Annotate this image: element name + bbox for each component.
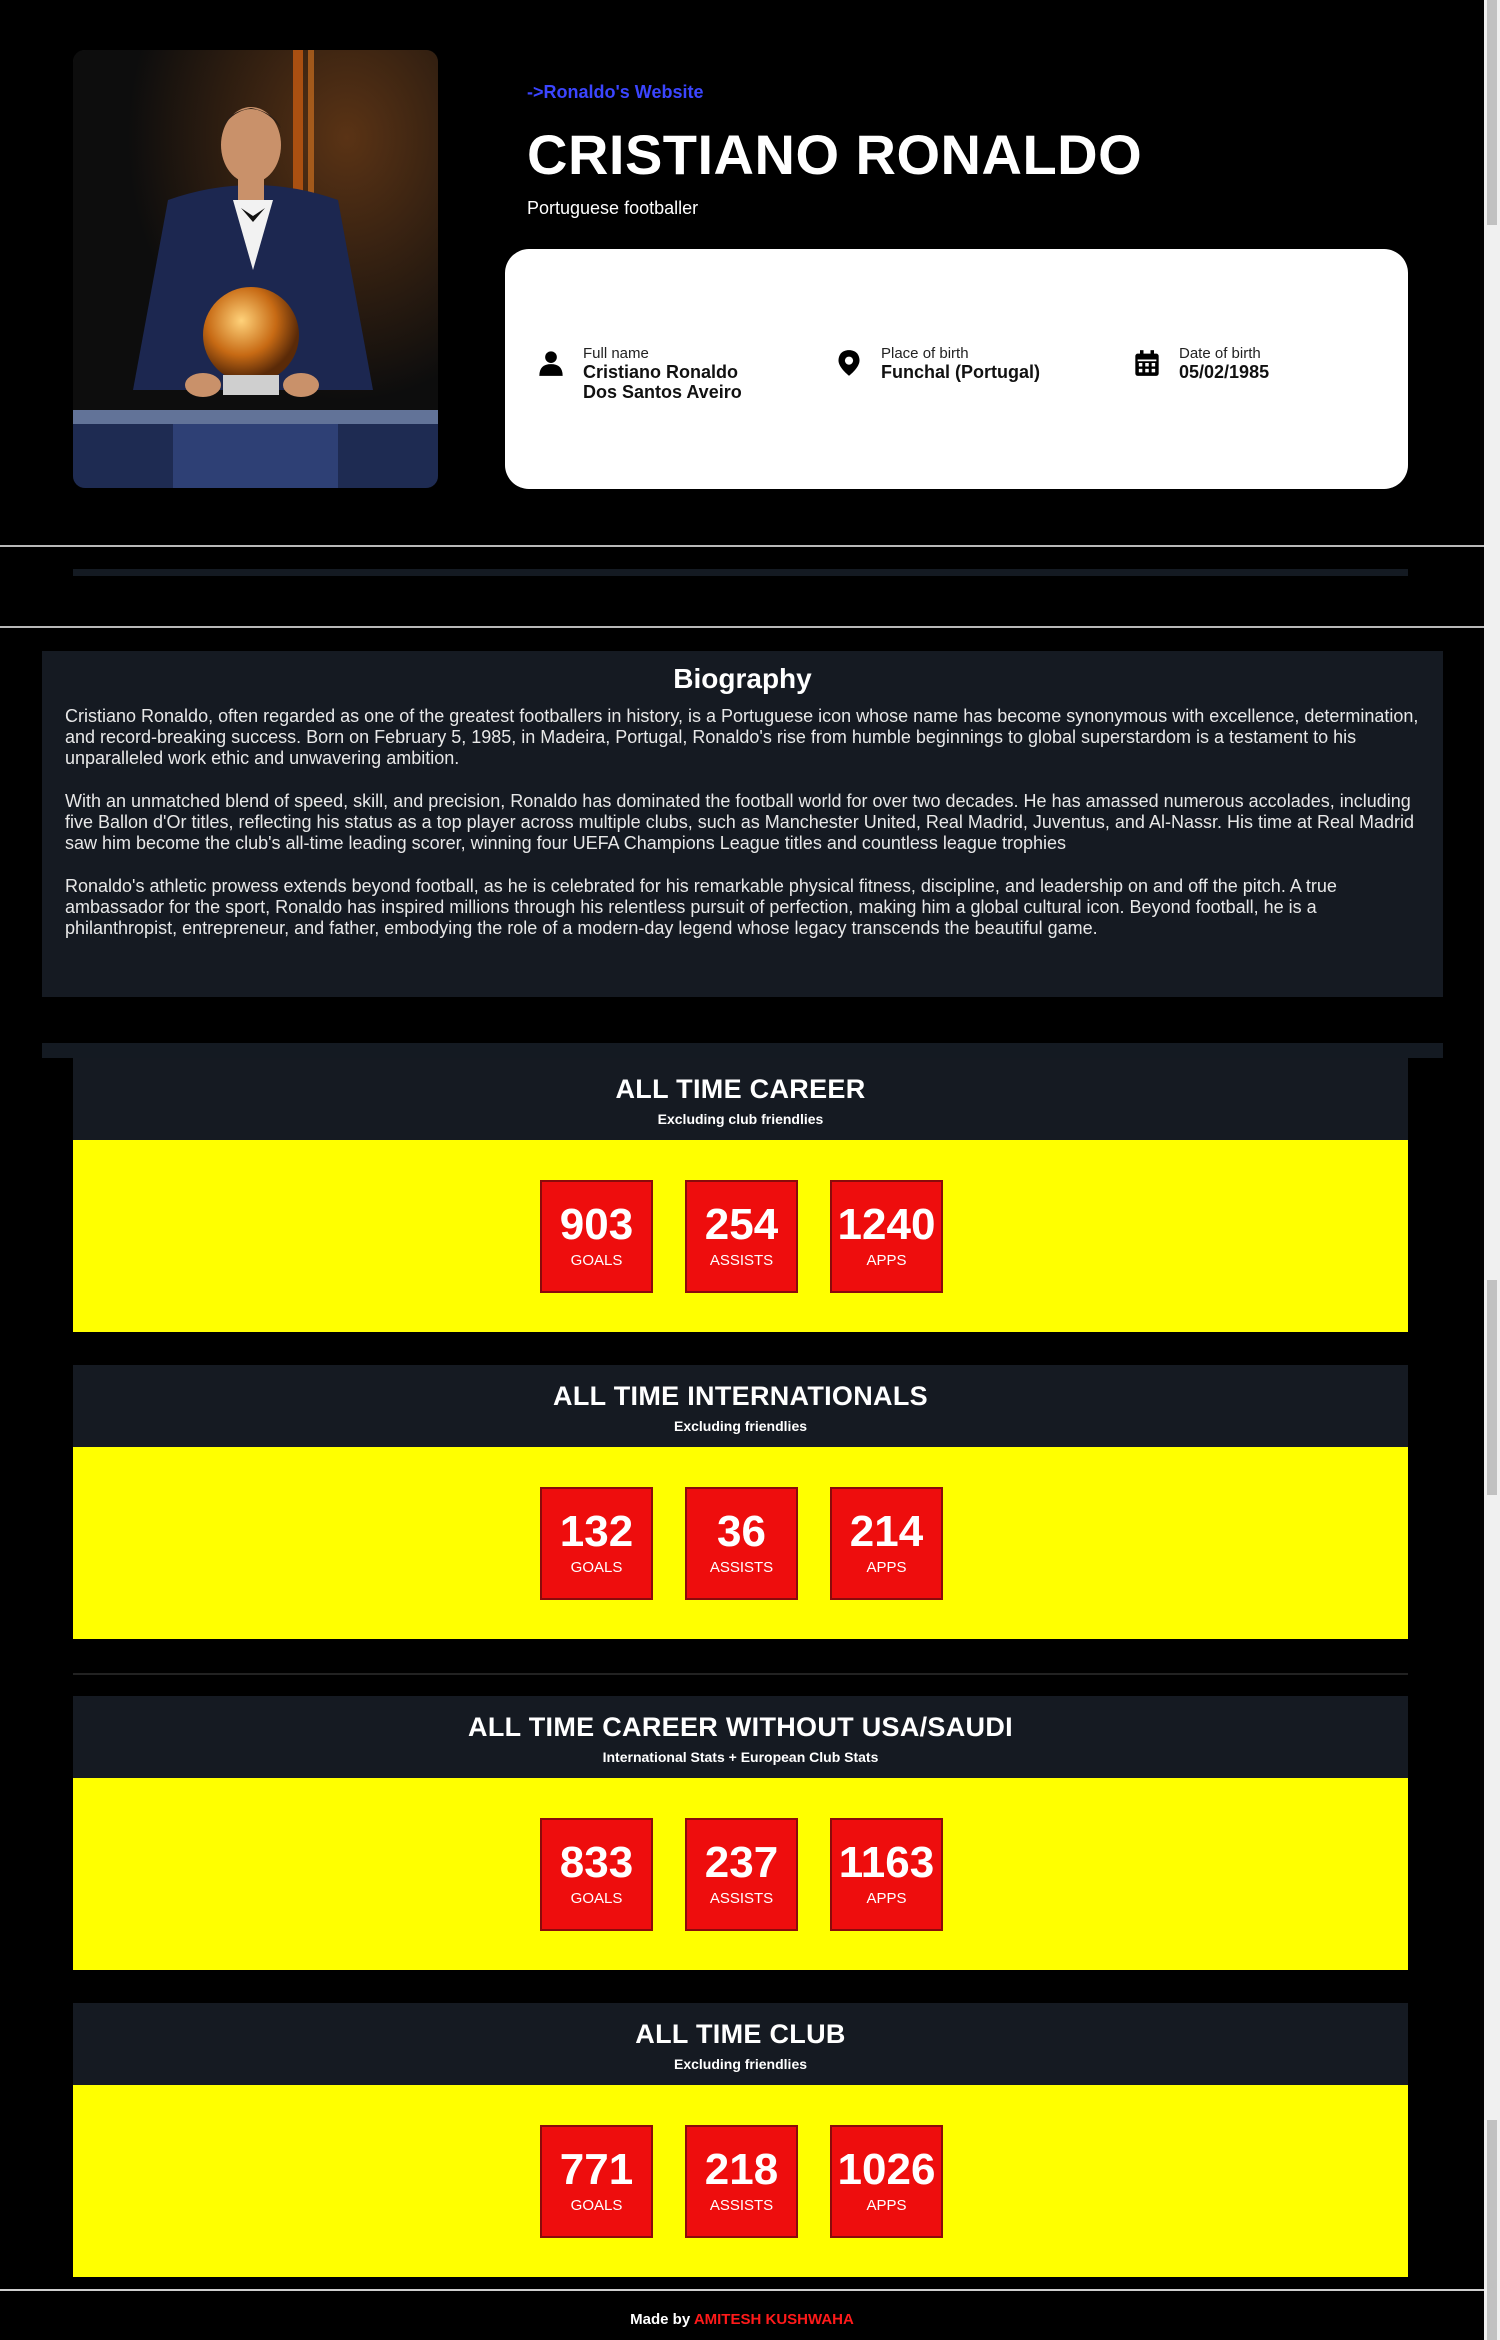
stats-header: ALL TIME CLUB Excluding friendlies	[73, 2003, 1408, 2085]
stats-career-section: ALL TIME CAREER Excluding club friendlie…	[73, 1058, 1408, 1332]
scrollbar-thumb[interactable]	[1487, 1280, 1497, 1495]
footer-prefix: Made by	[630, 2311, 694, 2328]
scrollbar-thumb[interactable]	[1487, 0, 1497, 225]
biography-section: Biography Cristiano Ronaldo, often regar…	[42, 651, 1443, 997]
assists-label: ASSISTS	[709, 2197, 774, 2214]
assists-value: 237	[704, 1838, 779, 1887]
assists-label: ASSISTS	[709, 1890, 774, 1907]
date-of-birth-label: Date of birth	[1179, 345, 1261, 362]
section-divider	[73, 1673, 1408, 1675]
assists-value: 218	[704, 2145, 779, 2194]
stats-without-usa-saudi-section: ALL TIME CAREER WITHOUT USA/SAUDI Intern…	[73, 1696, 1408, 1970]
apps-stat: 214 APPS	[830, 1487, 943, 1600]
full-name-label: Full name	[583, 345, 649, 362]
apps-stat: 1163 APPS	[830, 1818, 943, 1931]
goals-stat: 132 GOALS	[540, 1487, 653, 1600]
stats-band: 132 GOALS 36 ASSISTS 214 APPS	[73, 1447, 1408, 1639]
goals-value: 903	[559, 1200, 634, 1249]
page-subtitle: Portuguese footballer	[527, 198, 699, 218]
goals-stat: 771 GOALS	[540, 2125, 653, 2238]
assists-stat: 237 ASSISTS	[685, 1818, 798, 1931]
assists-value: 254	[704, 1200, 779, 1249]
full-name-item: Full name Cristiano Ronaldo Dos Santos A…	[537, 346, 742, 402]
stats-subtitle: International Stats + European Club Stat…	[602, 1749, 879, 1765]
stats-title: ALL TIME CAREER	[615, 1074, 866, 1104]
footer-author: AMITESH KUSHWAHA	[693, 2311, 854, 2328]
stats-title: ALL TIME CAREER WITHOUT USA/SAUDI	[468, 1712, 1013, 1742]
assists-value: 36	[717, 1507, 766, 1556]
stats-band: 903 GOALS 254 ASSISTS 1240 APPS	[73, 1140, 1408, 1332]
biography-paragraph: Cristiano Ronaldo, often regarded as one…	[65, 706, 1419, 768]
location-pin-icon	[838, 350, 860, 376]
assists-stat: 36 ASSISTS	[685, 1487, 798, 1600]
assists-label: ASSISTS	[709, 1252, 774, 1269]
biography-paragraph: Ronaldo's athletic prowess extends beyon…	[65, 876, 1337, 938]
apps-value: 1026	[837, 2145, 936, 2194]
footer: Made by AMITESH KUSHWAHA	[0, 2311, 1484, 2328]
decorative-strip	[42, 1043, 1443, 1058]
stats-header: ALL TIME CAREER WITHOUT USA/SAUDI Intern…	[73, 1696, 1408, 1778]
biography-heading: Biography	[673, 663, 812, 694]
date-of-birth-item: Date of birth 05/02/1985	[1133, 346, 1269, 382]
apps-label: APPS	[866, 2197, 907, 2214]
date-of-birth-value: 05/02/1985	[1179, 362, 1270, 382]
stats-title: ALL TIME INTERNATIONALS	[553, 1381, 928, 1411]
apps-stat: 1026 APPS	[830, 2125, 943, 2238]
page-scrollbar[interactable]	[1484, 0, 1500, 2340]
stats-subtitle: Excluding friendlies	[673, 2056, 808, 2072]
goals-value: 771	[559, 2145, 634, 2194]
goals-label: GOALS	[570, 1559, 623, 1576]
website-link[interactable]: ->Ronaldo's Website	[527, 82, 703, 103]
goals-label: GOALS	[570, 2197, 623, 2214]
full-name-value-line2: Dos Santos Aveiro	[583, 382, 742, 402]
apps-label: APPS	[866, 1559, 907, 1576]
place-of-birth-value: Funchal (Portugal)	[881, 362, 1040, 382]
stats-band: 833 GOALS 237 ASSISTS 1163 APPS	[73, 1778, 1408, 1970]
place-of-birth-item: Place of birth Funchal (Portugal)	[835, 346, 1040, 382]
stats-club-section: ALL TIME CLUB Excluding friendlies 771 G…	[73, 2003, 1408, 2277]
apps-stat: 1240 APPS	[830, 1180, 943, 1293]
goals-value: 132	[559, 1507, 634, 1556]
apps-value: 1240	[837, 1200, 936, 1249]
apps-value: 214	[849, 1507, 924, 1556]
page-title: CRISTIANO RONALDO	[527, 123, 1143, 186]
stats-header: ALL TIME CAREER Excluding club friendlie…	[73, 1058, 1408, 1140]
apps-label: APPS	[866, 1890, 907, 1907]
goals-value: 833	[559, 1838, 634, 1887]
goals-label: GOALS	[570, 1890, 623, 1907]
full-name-value-line1: Cristiano Ronaldo	[583, 362, 739, 382]
page: ->Ronaldo's Website CRISTIANO RONALDO Po…	[0, 0, 1500, 2340]
assists-stat: 218 ASSISTS	[685, 2125, 798, 2238]
stats-title: ALL TIME CLUB	[635, 2019, 846, 2049]
place-of-birth-label: Place of birth	[881, 345, 969, 362]
person-icon	[539, 351, 563, 376]
apps-label: APPS	[866, 1252, 907, 1269]
section-divider	[0, 626, 1484, 628]
stats-subtitle: Excluding club friendlies	[657, 1111, 824, 1127]
stats-header: ALL TIME INTERNATIONALS Excluding friend…	[73, 1365, 1408, 1447]
ronaldo-photo	[73, 50, 438, 488]
goals-label: GOALS	[570, 1252, 623, 1269]
biography-paragraph: With an unmatched blend of speed, skill,…	[65, 791, 1415, 853]
info-card: Full name Cristiano Ronaldo Dos Santos A…	[505, 249, 1408, 489]
stats-subtitle: Excluding friendlies	[673, 1418, 808, 1434]
goals-stat: 903 GOALS	[540, 1180, 653, 1293]
stats-band: 771 GOALS 218 ASSISTS 1026 APPS	[73, 2085, 1408, 2277]
decorative-strip	[73, 569, 1408, 576]
goals-stat: 833 GOALS	[540, 1818, 653, 1931]
section-divider	[0, 545, 1484, 547]
assists-label: ASSISTS	[709, 1559, 774, 1576]
footer-divider	[0, 2289, 1484, 2291]
apps-value: 1163	[838, 1838, 935, 1887]
calendar-icon	[1135, 350, 1159, 376]
scrollbar-thumb[interactable]	[1487, 2120, 1497, 2340]
stats-internationals-section: ALL TIME INTERNATIONALS Excluding friend…	[73, 1365, 1408, 1639]
assists-stat: 254 ASSISTS	[685, 1180, 798, 1293]
